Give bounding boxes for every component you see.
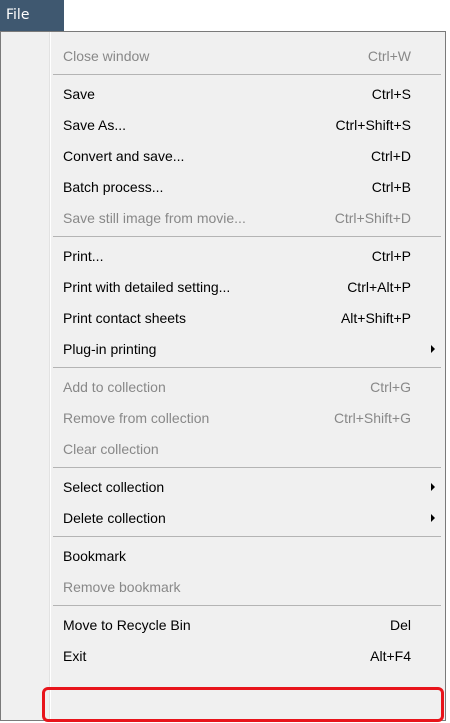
- menu-item-label: Print with detailed setting...: [63, 279, 231, 295]
- menu-item-bookmark[interactable]: Bookmark: [1, 541, 445, 572]
- menu-item-shortcut: Ctrl+G: [370, 379, 411, 395]
- submenu-arrow-icon: [431, 345, 435, 353]
- menu-item-select-collection[interactable]: Select collection: [1, 472, 445, 503]
- menu-item-label: Clear collection: [63, 441, 159, 457]
- file-menu-tab[interactable]: File: [0, 0, 64, 31]
- menu-item-save-still-image-from-movie: Save still image from movie... Ctrl+Shift…: [1, 203, 445, 234]
- menu-item-label: Convert and save...: [63, 148, 185, 164]
- menu-item-label: Print...: [63, 248, 104, 264]
- submenu-arrow-icon: [431, 514, 435, 522]
- menu-item-shortcut: Ctrl+Alt+P: [347, 279, 411, 295]
- menu-item-batch-process[interactable]: Batch process... Ctrl+B: [1, 172, 445, 203]
- menu-item-move-to-recycle-bin[interactable]: Move to Recycle Bin Del: [1, 610, 445, 641]
- menu-item-convert-and-save[interactable]: Convert and save... Ctrl+D: [1, 141, 445, 172]
- menu-item-shortcut: Ctrl+W: [367, 48, 411, 64]
- menu-item-shortcut: Ctrl+S: [371, 86, 411, 102]
- menu-item-label: Batch process...: [63, 179, 164, 195]
- menu-item-print[interactable]: Print... Ctrl+P: [1, 241, 445, 272]
- menu-item-print-with-detailed-setting[interactable]: Print with detailed setting... Ctrl+Alt+P: [1, 272, 445, 303]
- menu-item-label: Print contact sheets: [63, 310, 186, 326]
- menu-item-shortcut: Ctrl+P: [371, 248, 411, 264]
- menu-item-label: Close window: [63, 48, 150, 64]
- menu-item-shortcut: Alt+F4: [370, 648, 411, 664]
- menu-item-shortcut: Alt+Shift+P: [340, 310, 411, 326]
- menu-item-shortcut: Del: [389, 617, 411, 633]
- menu-item-save-as[interactable]: Save As... Ctrl+Shift+S: [1, 110, 445, 141]
- menu-item-label: Plug-in printing: [63, 341, 157, 357]
- menu-item-exit[interactable]: Exit Alt+F4: [1, 641, 445, 672]
- menu-item-label: Save: [63, 86, 95, 102]
- menu-item-label: Save As...: [63, 117, 127, 133]
- menu-item-list: Close window Ctrl+W Save Ctrl+S Save As... Ct…: [1, 41, 445, 672]
- menu-item-shortcut: Ctrl+B: [371, 179, 411, 195]
- menu-item-shortcut: Ctrl+Shift+G: [333, 410, 411, 426]
- menu-item-print-contact-sheets[interactable]: Print contact sheets Alt+Shift+P: [1, 303, 445, 334]
- menu-item-remove-bookmark: Remove bookmark: [1, 572, 445, 603]
- menu-separator: [1, 534, 445, 541]
- menu-item-remove-from-collection: Remove from collection Ctrl+Shift+G: [1, 403, 445, 434]
- menu-item-label: Save still image from movie...: [63, 210, 246, 226]
- menu-item-label: Bookmark: [63, 548, 127, 564]
- menu-separator: [1, 603, 445, 610]
- menu-separator: [1, 234, 445, 241]
- menu-item-label: Select collection: [63, 479, 165, 495]
- menu-item-label: Exit: [63, 648, 87, 664]
- menu-item-close-window: Close window Ctrl+W: [1, 41, 445, 72]
- menu-item-label: Add to collection: [63, 379, 166, 395]
- menu-item-shortcut: Ctrl+Shift+S: [335, 117, 411, 133]
- menu-item-label: Remove from collection: [63, 410, 210, 426]
- menu-separator: [1, 72, 445, 79]
- submenu-arrow-icon: [431, 483, 435, 491]
- menu-separator: [1, 465, 445, 472]
- menu-item-delete-collection[interactable]: Delete collection: [1, 503, 445, 534]
- menu-item-label: Remove bookmark: [63, 579, 181, 595]
- menu-item-label: Delete collection: [63, 510, 166, 526]
- menu-item-plug-in-printing[interactable]: Plug-in printing: [1, 334, 445, 365]
- menu-item-shortcut: Ctrl+D: [370, 148, 411, 164]
- menu-separator: [1, 365, 445, 372]
- menu-item-clear-collection: Clear collection: [1, 434, 445, 465]
- menu-item-shortcut: Ctrl+Shift+D: [334, 210, 411, 226]
- file-menu-dropdown: Close window Ctrl+W Save Ctrl+S Save As... Ct…: [0, 31, 446, 721]
- menu-item-save[interactable]: Save Ctrl+S: [1, 79, 445, 110]
- menu-item-label: Move to Recycle Bin: [63, 617, 191, 633]
- menu-item-add-to-collection: Add to collection Ctrl+G: [1, 372, 445, 403]
